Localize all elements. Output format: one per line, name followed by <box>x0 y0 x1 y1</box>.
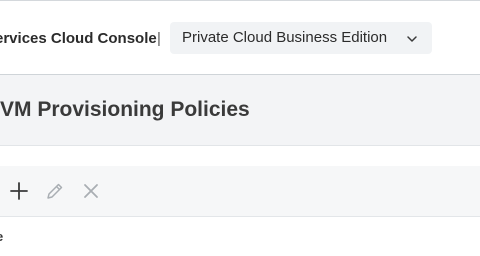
edit-button[interactable] <box>43 179 67 203</box>
header-top-border <box>0 0 480 1</box>
add-button[interactable] <box>7 179 31 203</box>
plus-icon <box>10 182 28 200</box>
header-separator: | <box>157 30 161 47</box>
app-title[interactable]: ervices Cloud Console <box>0 29 157 49</box>
table-toolbar <box>0 166 480 217</box>
table-column-header[interactable]: e <box>0 229 3 245</box>
delete-button[interactable] <box>79 179 103 203</box>
chevron-down-icon <box>406 32 418 44</box>
top-header: ervices Cloud Console | Private Cloud Bu… <box>0 0 480 75</box>
edition-selector[interactable]: Private Cloud Business Edition <box>170 22 432 54</box>
pencil-icon <box>47 183 63 199</box>
page-title: VM Provisioning Policies <box>0 98 250 121</box>
edition-selector-value: Private Cloud Business Edition <box>182 29 388 46</box>
close-icon <box>84 184 98 198</box>
